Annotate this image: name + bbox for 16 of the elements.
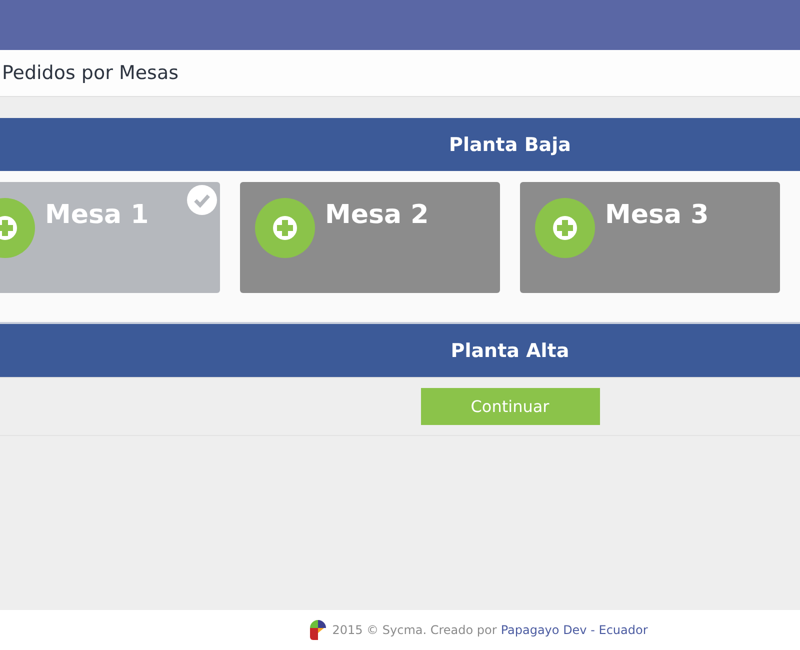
page-title: Pedidos por Mesas — [2, 62, 178, 84]
check-icon — [187, 185, 217, 215]
floor-title: Planta Alta — [450, 340, 570, 362]
table-name: Mesa 3 — [605, 200, 709, 230]
table-card[interactable]: Mesa 3 — [520, 182, 780, 293]
table-card[interactable]: Mesa 2 — [240, 182, 500, 293]
plus-icon[interactable] — [255, 198, 315, 258]
table-name: Mesa 1 — [45, 200, 149, 230]
table-card[interactable]: Mesa 1 — [0, 182, 220, 293]
plus-icon[interactable] — [535, 198, 595, 258]
parrot-logo-icon — [308, 618, 328, 642]
continue-button[interactable]: Continuar — [420, 388, 600, 425]
table-name: Mesa 2 — [325, 200, 429, 230]
footer-link[interactable]: Papagayo Dev - Ecuador — [500, 623, 648, 637]
floor-title: Planta Baja — [449, 134, 571, 156]
footer-text: 2015 © Sycma. Creado por — [332, 623, 497, 637]
